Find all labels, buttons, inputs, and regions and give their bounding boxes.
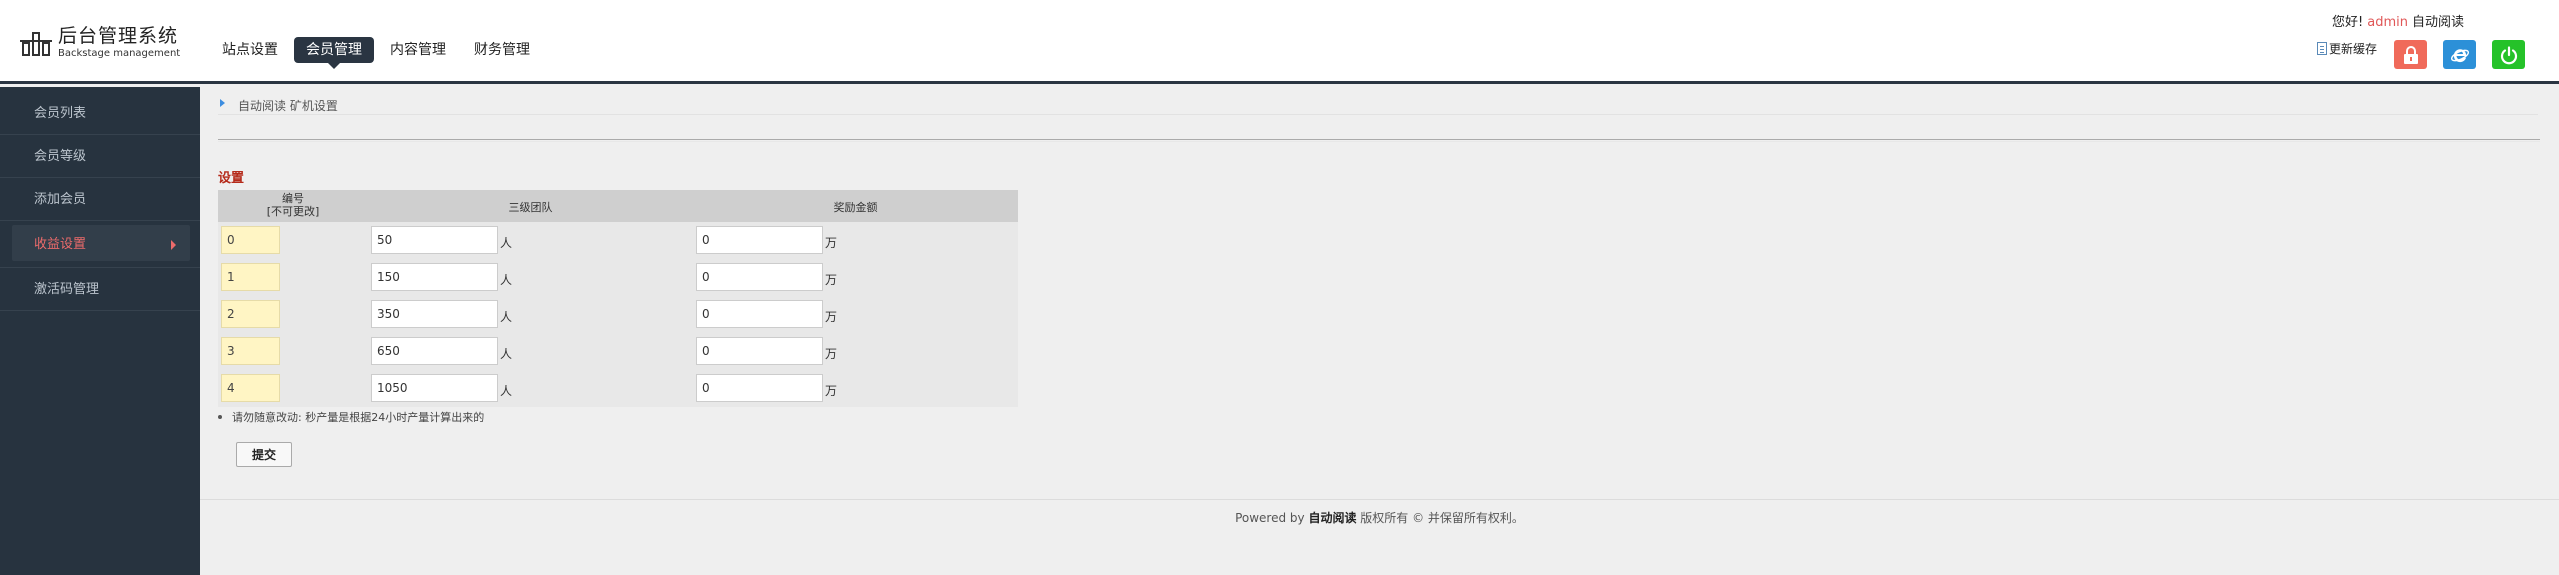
divider	[218, 141, 2540, 142]
sidebar-item-add-member[interactable]: 添加会员	[0, 178, 200, 221]
user-greeting: 您好! admin 自动阅读	[2332, 11, 2464, 30]
breadcrumb-text: 自动阅读 矿机设置	[238, 99, 338, 113]
reward-amount-input[interactable]: 0	[696, 300, 823, 328]
top-header: 后台管理系统 Backstage management 站点设置 会员管理 内容…	[0, 0, 2559, 84]
team-size-input[interactable]: 150	[371, 263, 498, 291]
sidebar-item-label: 会员等级	[34, 149, 87, 164]
team-size-input[interactable]: 50	[371, 226, 498, 254]
id-field: 4	[221, 374, 280, 402]
table-row: 1 150 人 0 万	[218, 259, 1018, 296]
table-row: 4 1050 人 0 万	[218, 370, 1018, 407]
column-header-id: 编号 [不可更改]	[218, 192, 368, 218]
team-size-input[interactable]: 1050	[371, 374, 498, 402]
footer-brand: 自动阅读	[1308, 511, 1357, 525]
team-size-input[interactable]: 350	[371, 300, 498, 328]
power-icon	[2500, 45, 2517, 64]
table-row: 0 50 人 0 万	[218, 222, 1018, 259]
logo-title: 后台管理系统	[58, 25, 179, 47]
footer-divider	[200, 499, 2559, 500]
sidebar-item-label: 收益设置	[34, 237, 87, 252]
refresh-cache-label: 更新缓存	[2329, 42, 2378, 56]
section-title: 设置	[218, 171, 245, 186]
reward-amount-input[interactable]: 0	[696, 337, 823, 365]
warning-note: 请勿随意改动: 秒产量是根据24小时产量计算出来的	[218, 409, 484, 425]
sidebar-item-label: 激活码管理	[34, 282, 100, 297]
sidebar-item-member-levels[interactable]: 会员等级	[0, 135, 200, 178]
refresh-cache-button[interactable]: 更新缓存	[2317, 40, 2377, 57]
sidebar-item-activation-codes[interactable]: 激活码管理	[0, 268, 200, 311]
column-header-reward: 奖励金额	[833, 201, 878, 214]
logo[interactable]: 后台管理系统 Backstage management	[20, 26, 180, 60]
nav-site-settings[interactable]: 站点设置	[210, 37, 290, 63]
site-name: 自动阅读	[2411, 15, 2464, 30]
footer-prefix: Powered by	[1235, 511, 1305, 525]
column-header-id-title: 编号	[282, 192, 304, 205]
table-body: 0 50 人 0 万 1 150 人 0 万 2 350 人 0 万 3 650…	[218, 222, 1018, 407]
lock-icon	[2403, 45, 2418, 64]
username-link[interactable]: admin	[2367, 15, 2408, 30]
table-row: 3 650 人 0 万	[218, 333, 1018, 370]
sidebar-item-label: 添加会员	[34, 192, 87, 207]
main-content: 自动阅读 矿机设置 设置 编号 [不可更改] 三级团队 奖励金额 0 50 人 …	[200, 87, 2559, 575]
reward-unit: 万	[825, 310, 838, 324]
building-icon	[20, 28, 52, 58]
sidebar: 会员列表 会员等级 添加会员 收益设置 激活码管理	[0, 87, 200, 575]
footer: Powered by 自动阅读 版权所有 © 并保留所有权利。	[200, 509, 2559, 526]
team-unit: 人	[500, 384, 513, 398]
sidebar-item-label: 会员列表	[34, 106, 87, 121]
team-unit: 人	[500, 347, 513, 361]
id-field: 2	[221, 300, 280, 328]
greeting-text: 您好!	[2332, 15, 2364, 30]
logout-button[interactable]	[2492, 40, 2525, 69]
settings-table: 编号 [不可更改] 三级团队 奖励金额 0 50 人 0 万 1 150 人 0…	[218, 190, 1018, 407]
column-header-id-note: [不可更改]	[266, 205, 320, 218]
reward-amount-input[interactable]: 0	[696, 374, 823, 402]
table-header: 编号 [不可更改] 三级团队 奖励金额	[218, 190, 1018, 222]
document-icon	[2317, 42, 2327, 55]
bullet-icon	[218, 415, 222, 419]
sidebar-item-member-list[interactable]: 会员列表	[0, 92, 200, 135]
reward-unit: 万	[825, 347, 838, 361]
nav-finance-management[interactable]: 财务管理	[462, 37, 542, 63]
top-nav: 站点设置 会员管理 内容管理 财务管理	[210, 37, 546, 69]
divider	[218, 139, 2540, 140]
nav-content-management[interactable]: 内容管理	[378, 37, 458, 63]
reward-amount-input[interactable]: 0	[696, 263, 823, 291]
submit-button[interactable]: 提交	[236, 442, 292, 467]
sidebar-item-earnings-settings[interactable]: 收益设置	[0, 221, 200, 268]
home-page-button[interactable]	[2443, 40, 2476, 69]
nav-member-management[interactable]: 会员管理	[294, 37, 374, 69]
id-field: 0	[221, 226, 280, 254]
reward-unit: 万	[825, 236, 838, 250]
footer-copyright: 版权所有 © 并保留所有权利。	[1360, 511, 1524, 525]
reward-unit: 万	[825, 273, 838, 287]
warning-note-text: 请勿随意改动: 秒产量是根据24小时产量计算出来的	[232, 411, 485, 424]
id-field: 1	[221, 263, 280, 291]
table-row: 2 350 人 0 万	[218, 296, 1018, 333]
reward-unit: 万	[825, 384, 838, 398]
team-size-input[interactable]: 650	[371, 337, 498, 365]
lock-button[interactable]	[2394, 40, 2427, 69]
ie-icon	[2450, 48, 2469, 62]
caret-right-icon	[171, 240, 176, 250]
breadcrumb: 自动阅读 矿机设置	[218, 97, 2538, 115]
column-header-team: 三级团队	[508, 201, 553, 214]
logo-subtitle: Backstage management	[58, 48, 181, 59]
team-unit: 人	[500, 236, 513, 250]
reward-amount-input[interactable]: 0	[696, 226, 823, 254]
team-unit: 人	[500, 310, 513, 324]
caret-right-icon	[220, 99, 225, 107]
team-unit: 人	[500, 273, 513, 287]
id-field: 3	[221, 337, 280, 365]
